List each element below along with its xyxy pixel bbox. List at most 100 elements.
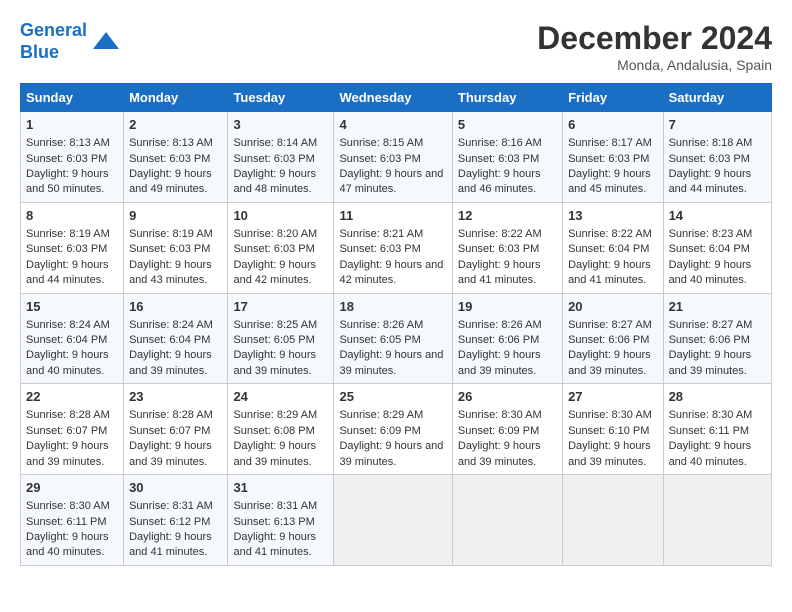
sunrise-text: Sunrise: 8:29 AM <box>339 409 423 421</box>
daylight-text: Daylight: 9 hours and 39 minutes. <box>26 440 109 467</box>
day-cell: 20Sunrise: 8:27 AMSunset: 6:06 PMDayligh… <box>563 293 664 384</box>
day-cell: 29Sunrise: 8:30 AMSunset: 6:11 PMDayligh… <box>21 475 124 566</box>
day-cell: 10Sunrise: 8:20 AMSunset: 6:03 PMDayligh… <box>228 202 334 293</box>
daylight-text: Daylight: 9 hours and 39 minutes. <box>233 440 316 467</box>
day-number: 8 <box>26 207 118 225</box>
sunset-text: Sunset: 6:03 PM <box>129 243 210 255</box>
sunrise-text: Sunrise: 8:23 AM <box>669 228 753 240</box>
daylight-text: Daylight: 9 hours and 44 minutes. <box>669 168 752 195</box>
sunset-text: Sunset: 6:03 PM <box>458 153 539 165</box>
sunset-text: Sunset: 6:07 PM <box>26 425 107 437</box>
sunset-text: Sunset: 6:03 PM <box>233 153 314 165</box>
daylight-text: Daylight: 9 hours and 39 minutes. <box>458 440 541 467</box>
daylight-text: Daylight: 9 hours and 40 minutes. <box>669 440 752 467</box>
day-cell: 8Sunrise: 8:19 AMSunset: 6:03 PMDaylight… <box>21 202 124 293</box>
day-number: 31 <box>233 479 328 497</box>
day-number: 28 <box>669 388 766 406</box>
sunset-text: Sunset: 6:03 PM <box>339 243 420 255</box>
daylight-text: Daylight: 9 hours and 50 minutes. <box>26 168 109 195</box>
day-cell: 25Sunrise: 8:29 AMSunset: 6:09 PMDayligh… <box>334 384 452 475</box>
daylight-text: Daylight: 9 hours and 41 minutes. <box>233 531 316 558</box>
sunset-text: Sunset: 6:03 PM <box>568 153 649 165</box>
daylight-text: Daylight: 9 hours and 39 minutes. <box>129 349 212 376</box>
sunset-text: Sunset: 6:08 PM <box>233 425 314 437</box>
header-wednesday: Wednesday <box>334 84 452 112</box>
week-row-1: 1Sunrise: 8:13 AMSunset: 6:03 PMDaylight… <box>21 112 772 203</box>
sunset-text: Sunset: 6:09 PM <box>339 425 420 437</box>
week-row-5: 29Sunrise: 8:30 AMSunset: 6:11 PMDayligh… <box>21 475 772 566</box>
daylight-text: Daylight: 9 hours and 48 minutes. <box>233 168 316 195</box>
daylight-text: Daylight: 9 hours and 49 minutes. <box>129 168 212 195</box>
sunset-text: Sunset: 6:07 PM <box>129 425 210 437</box>
day-number: 14 <box>669 207 766 225</box>
day-cell: 23Sunrise: 8:28 AMSunset: 6:07 PMDayligh… <box>124 384 228 475</box>
logo: GeneralBlue <box>20 20 121 63</box>
day-number: 18 <box>339 298 446 316</box>
day-number: 7 <box>669 116 766 134</box>
day-cell <box>452 475 562 566</box>
daylight-text: Daylight: 9 hours and 41 minutes. <box>568 259 651 286</box>
week-row-2: 8Sunrise: 8:19 AMSunset: 6:03 PMDaylight… <box>21 202 772 293</box>
sunset-text: Sunset: 6:04 PM <box>669 243 750 255</box>
daylight-text: Daylight: 9 hours and 46 minutes. <box>458 168 541 195</box>
day-number: 19 <box>458 298 557 316</box>
daylight-text: Daylight: 9 hours and 40 minutes. <box>26 349 109 376</box>
sunrise-text: Sunrise: 8:22 AM <box>458 228 542 240</box>
day-number: 22 <box>26 388 118 406</box>
sunset-text: Sunset: 6:05 PM <box>339 334 420 346</box>
day-number: 10 <box>233 207 328 225</box>
header-friday: Friday <box>563 84 664 112</box>
daylight-text: Daylight: 9 hours and 41 minutes. <box>129 531 212 558</box>
sunset-text: Sunset: 6:03 PM <box>26 153 107 165</box>
day-number: 16 <box>129 298 222 316</box>
day-cell <box>334 475 452 566</box>
calendar-table: SundayMondayTuesdayWednesdayThursdayFrid… <box>20 83 772 566</box>
day-number: 17 <box>233 298 328 316</box>
daylight-text: Daylight: 9 hours and 40 minutes. <box>26 531 109 558</box>
sunrise-text: Sunrise: 8:24 AM <box>26 319 110 331</box>
day-number: 24 <box>233 388 328 406</box>
day-number: 12 <box>458 207 557 225</box>
week-row-3: 15Sunrise: 8:24 AMSunset: 6:04 PMDayligh… <box>21 293 772 384</box>
day-cell: 26Sunrise: 8:30 AMSunset: 6:09 PMDayligh… <box>452 384 562 475</box>
header-monday: Monday <box>124 84 228 112</box>
logo-text: GeneralBlue <box>20 20 87 63</box>
day-cell: 3Sunrise: 8:14 AMSunset: 6:03 PMDaylight… <box>228 112 334 203</box>
day-number: 15 <box>26 298 118 316</box>
sunrise-text: Sunrise: 8:18 AM <box>669 137 753 149</box>
sunrise-text: Sunrise: 8:31 AM <box>233 500 317 512</box>
sunrise-text: Sunrise: 8:30 AM <box>26 500 110 512</box>
sunset-text: Sunset: 6:03 PM <box>26 243 107 255</box>
sunset-text: Sunset: 6:06 PM <box>568 334 649 346</box>
sunset-text: Sunset: 6:10 PM <box>568 425 649 437</box>
daylight-text: Daylight: 9 hours and 39 minutes. <box>129 440 212 467</box>
day-cell: 9Sunrise: 8:19 AMSunset: 6:03 PMDaylight… <box>124 202 228 293</box>
sunset-text: Sunset: 6:04 PM <box>568 243 649 255</box>
header-tuesday: Tuesday <box>228 84 334 112</box>
day-number: 2 <box>129 116 222 134</box>
day-cell: 1Sunrise: 8:13 AMSunset: 6:03 PMDaylight… <box>21 112 124 203</box>
day-cell: 28Sunrise: 8:30 AMSunset: 6:11 PMDayligh… <box>663 384 771 475</box>
daylight-text: Daylight: 9 hours and 43 minutes. <box>129 259 212 286</box>
sunset-text: Sunset: 6:03 PM <box>458 243 539 255</box>
sunrise-text: Sunrise: 8:14 AM <box>233 137 317 149</box>
week-row-4: 22Sunrise: 8:28 AMSunset: 6:07 PMDayligh… <box>21 384 772 475</box>
day-number: 11 <box>339 207 446 225</box>
sunrise-text: Sunrise: 8:17 AM <box>568 137 652 149</box>
day-number: 5 <box>458 116 557 134</box>
sunset-text: Sunset: 6:11 PM <box>26 516 107 528</box>
day-cell: 22Sunrise: 8:28 AMSunset: 6:07 PMDayligh… <box>21 384 124 475</box>
day-cell: 13Sunrise: 8:22 AMSunset: 6:04 PMDayligh… <box>563 202 664 293</box>
sunrise-text: Sunrise: 8:24 AM <box>129 319 213 331</box>
sunrise-text: Sunrise: 8:27 AM <box>669 319 753 331</box>
day-cell: 6Sunrise: 8:17 AMSunset: 6:03 PMDaylight… <box>563 112 664 203</box>
day-cell <box>563 475 664 566</box>
daylight-text: Daylight: 9 hours and 39 minutes. <box>568 349 651 376</box>
day-cell: 18Sunrise: 8:26 AMSunset: 6:05 PMDayligh… <box>334 293 452 384</box>
sunrise-text: Sunrise: 8:26 AM <box>458 319 542 331</box>
daylight-text: Daylight: 9 hours and 39 minutes. <box>339 349 443 376</box>
day-number: 30 <box>129 479 222 497</box>
day-number: 1 <box>26 116 118 134</box>
daylight-text: Daylight: 9 hours and 40 minutes. <box>669 259 752 286</box>
sunrise-text: Sunrise: 8:21 AM <box>339 228 423 240</box>
